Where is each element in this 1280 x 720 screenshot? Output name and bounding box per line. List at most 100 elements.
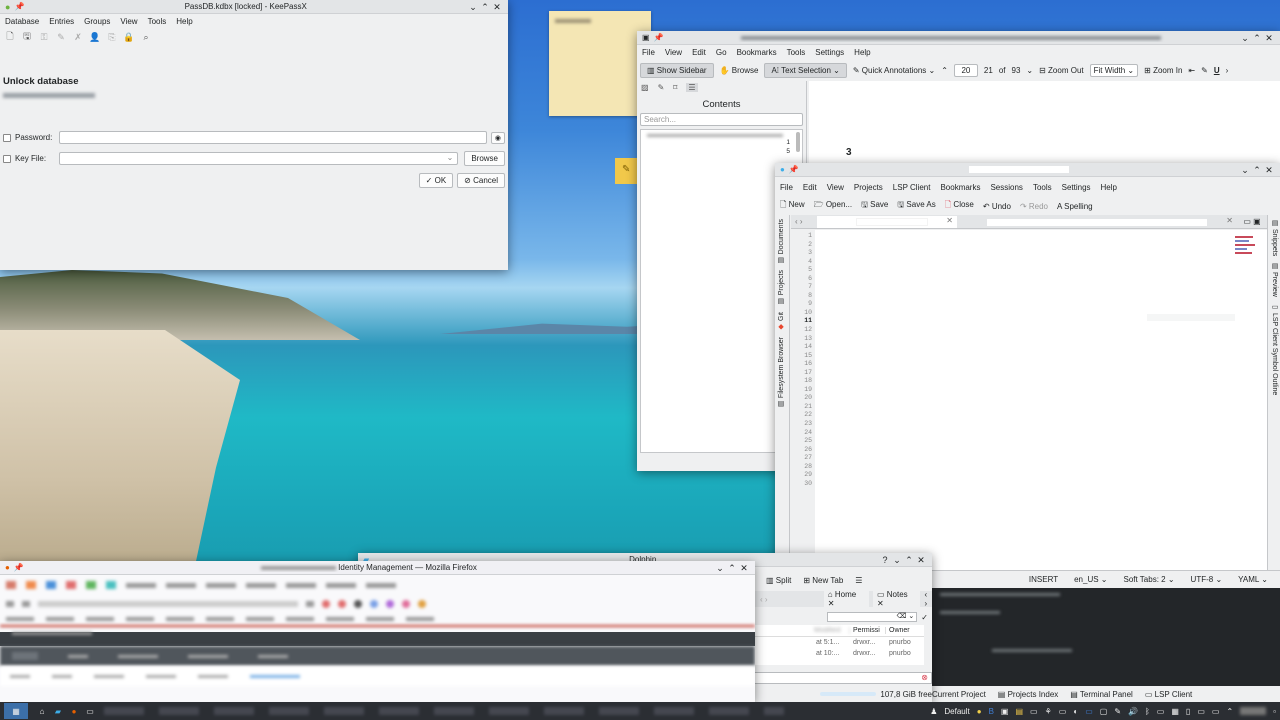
previous-page-icon[interactable]: ⌃ xyxy=(941,66,948,75)
git-tab[interactable]: ◆ Git xyxy=(778,312,786,331)
minimize-icon[interactable]: ⌄ xyxy=(467,1,479,13)
notes-icon[interactable]: ▤ xyxy=(1015,707,1023,716)
menu-bookmarks[interactable]: Bookmarks xyxy=(940,183,980,192)
keyboard-layout-label[interactable]: Default xyxy=(944,707,969,716)
copy-username-icon[interactable]: 👤 xyxy=(89,32,100,42)
menu-go[interactable]: Go xyxy=(716,48,727,57)
pin-icon[interactable]: 📌 xyxy=(654,33,664,42)
tab-list-icon[interactable]: ▭ ▣ xyxy=(1237,217,1267,226)
menu-sessions[interactable]: Sessions xyxy=(990,183,1022,192)
app-launcher-icon[interactable]: ▦ xyxy=(4,703,28,719)
spelling-button[interactable]: A Spelling xyxy=(1057,202,1093,211)
show-desktop-icon[interactable]: ▫ xyxy=(1273,707,1276,716)
contents-scrollbar[interactable] xyxy=(796,132,800,152)
new-button[interactable]: 🗋 New xyxy=(780,199,805,213)
minimize-icon[interactable]: ⌄ xyxy=(1239,32,1251,44)
open-button[interactable]: 🗁 Open... xyxy=(814,199,852,213)
menu-settings[interactable]: Settings xyxy=(1062,183,1091,192)
menu-help[interactable]: Help xyxy=(176,17,192,26)
editor-area[interactable] xyxy=(815,230,1267,570)
tab-scroll-icons[interactable]: ‹ › xyxy=(924,590,932,608)
lsp-client-tab[interactable]: ▭ LSP Client xyxy=(1145,690,1192,699)
page-nav-bar[interactable] xyxy=(0,646,755,666)
contents-icon[interactable]: ☰ xyxy=(686,83,698,92)
thumbnails-icon[interactable]: ▨ xyxy=(641,83,649,92)
dolphin-taskbar-icon[interactable]: ▰ xyxy=(50,707,66,716)
redo-button[interactable]: ↷ Redo xyxy=(1020,202,1048,211)
close-tab-icon[interactable]: ✕ xyxy=(946,216,953,225)
display-icon[interactable]: ▭ xyxy=(1059,707,1067,716)
zoom-mode-select[interactable]: Fit Width ⌄ xyxy=(1089,63,1139,77)
bookmarks-icon[interactable]: ⌑ xyxy=(673,83,677,92)
minimize-icon[interactable]: ⌄ xyxy=(1239,164,1251,176)
menu-edit[interactable]: Edit xyxy=(692,48,706,57)
terminal-panel[interactable] xyxy=(932,588,1280,686)
filter-input[interactable]: ⌫ ⌄ xyxy=(827,612,918,622)
firefox-tabs[interactable] xyxy=(0,575,755,595)
menu-file[interactable]: File xyxy=(780,183,793,192)
zoom-out-button[interactable]: ⊟ Zoom Out xyxy=(1039,66,1084,75)
next-page-icon[interactable]: ⌄ xyxy=(1026,66,1033,75)
new-database-icon[interactable]: 🗋 xyxy=(5,31,15,42)
editor-tab[interactable]: ✕ xyxy=(957,216,1237,228)
zoom-icon[interactable]: ▭ xyxy=(1085,707,1093,716)
sticky-note-small[interactable]: ✎ xyxy=(615,158,637,184)
menu-entries[interactable]: Entries xyxy=(49,17,74,26)
keyboard-icon[interactable]: ▭ xyxy=(1157,707,1165,716)
pin-icon[interactable]: 📌 xyxy=(14,2,24,11)
preview-tab[interactable]: ▤ Preview xyxy=(1270,262,1278,297)
power-icon[interactable]: ◐ xyxy=(1073,707,1078,716)
keepassx-titlebar[interactable]: ● 📌 PassDB.kdbx [locked] - KeePassX ⌄ ⌃ … xyxy=(0,0,508,14)
close-tab-icon[interactable]: ✕ xyxy=(1226,216,1233,225)
text-selection-tool[interactable]: A⁞ Text Selection ⌄ xyxy=(764,62,847,78)
underline-icon[interactable]: U xyxy=(1214,66,1220,75)
window-icon[interactable]: ▣ xyxy=(1001,707,1009,716)
terminal-taskbar-icon[interactable]: ▭ xyxy=(82,707,98,716)
menu-lsp-client[interactable]: LSP Client xyxy=(893,183,931,192)
volume-icon[interactable]: 🔊 xyxy=(1128,707,1138,716)
tray-expand-icon[interactable]: ⌃ xyxy=(1226,707,1233,716)
close-icon[interactable]: ✕ xyxy=(491,1,503,13)
menu-file[interactable]: File xyxy=(642,48,655,57)
okular-titlebar[interactable]: ▣ 📌 ⌄ ⌃ ✕ xyxy=(637,31,1280,45)
maximize-icon[interactable]: ⌃ xyxy=(726,562,738,574)
tab-scroll-icons[interactable]: ‹ › xyxy=(791,217,817,226)
menu-settings[interactable]: Settings xyxy=(815,48,844,57)
menu-view[interactable]: View xyxy=(120,17,137,26)
menu-help[interactable]: Help xyxy=(1101,183,1117,192)
indentation-select[interactable]: Soft Tabs: 2 ⌄ xyxy=(1124,575,1175,584)
hamburger-menu-icon[interactable]: ☰ xyxy=(855,576,862,585)
save-as-button[interactable]: 🖫 Save As xyxy=(897,199,935,213)
terminal-panel-tab[interactable]: ▤ Terminal Panel xyxy=(1070,690,1133,699)
keyfile-checkbox[interactable] xyxy=(3,154,11,163)
projects-tab[interactable]: ▤ Projects xyxy=(778,270,786,305)
confirm-icon[interactable]: ✓ xyxy=(921,613,928,622)
battery-icon[interactable]: ▯ xyxy=(1186,707,1190,716)
search-icon[interactable]: ⌕ xyxy=(141,32,151,42)
zoom-in-button[interactable]: ⊞ Zoom In xyxy=(1144,66,1182,75)
clipboard-icon[interactable]: ▭ xyxy=(1030,707,1038,716)
filesystem-tab[interactable]: ▤ Filesystem Browser xyxy=(778,337,786,408)
monitor-icon[interactable]: ▭ xyxy=(1212,707,1220,716)
tools-icon[interactable]: ✎ xyxy=(1114,707,1121,716)
pin-icon[interactable]: 📌 xyxy=(14,563,24,572)
menu-view[interactable]: View xyxy=(827,183,844,192)
clock[interactable] xyxy=(1240,707,1267,715)
browse-button[interactable]: Browse xyxy=(464,151,505,166)
firefox-titlebar[interactable]: ● 📌 Identity Management — Mozilla Firefo… xyxy=(0,561,755,575)
keyfile-select[interactable]: ⌄ xyxy=(58,152,459,165)
close-file-button[interactable]: 🗋 Close xyxy=(945,199,974,213)
lsp-outline-tab[interactable]: ▭ LSP Client Symbol Outline xyxy=(1270,303,1278,395)
menu-edit[interactable]: Edit xyxy=(803,183,817,192)
column-modified[interactable]: Modified xyxy=(754,627,850,634)
flag-icon[interactable]: ▦ xyxy=(1171,707,1179,716)
cancel-button[interactable]: ⊘ Cancel xyxy=(457,173,505,188)
maximize-icon[interactable]: ⌃ xyxy=(479,1,491,13)
password-field[interactable] xyxy=(58,131,487,144)
zoom-spinbox[interactable]: 20 xyxy=(953,63,978,77)
menu-help[interactable]: Help xyxy=(854,48,870,57)
table-row[interactable]: at 10:... drwxr... pnurbo xyxy=(754,648,924,659)
delete-entry-icon[interactable]: ✗ xyxy=(73,32,83,42)
close-icon[interactable]: ✕ xyxy=(738,562,750,574)
bookmarks-toolbar[interactable] xyxy=(0,613,755,627)
